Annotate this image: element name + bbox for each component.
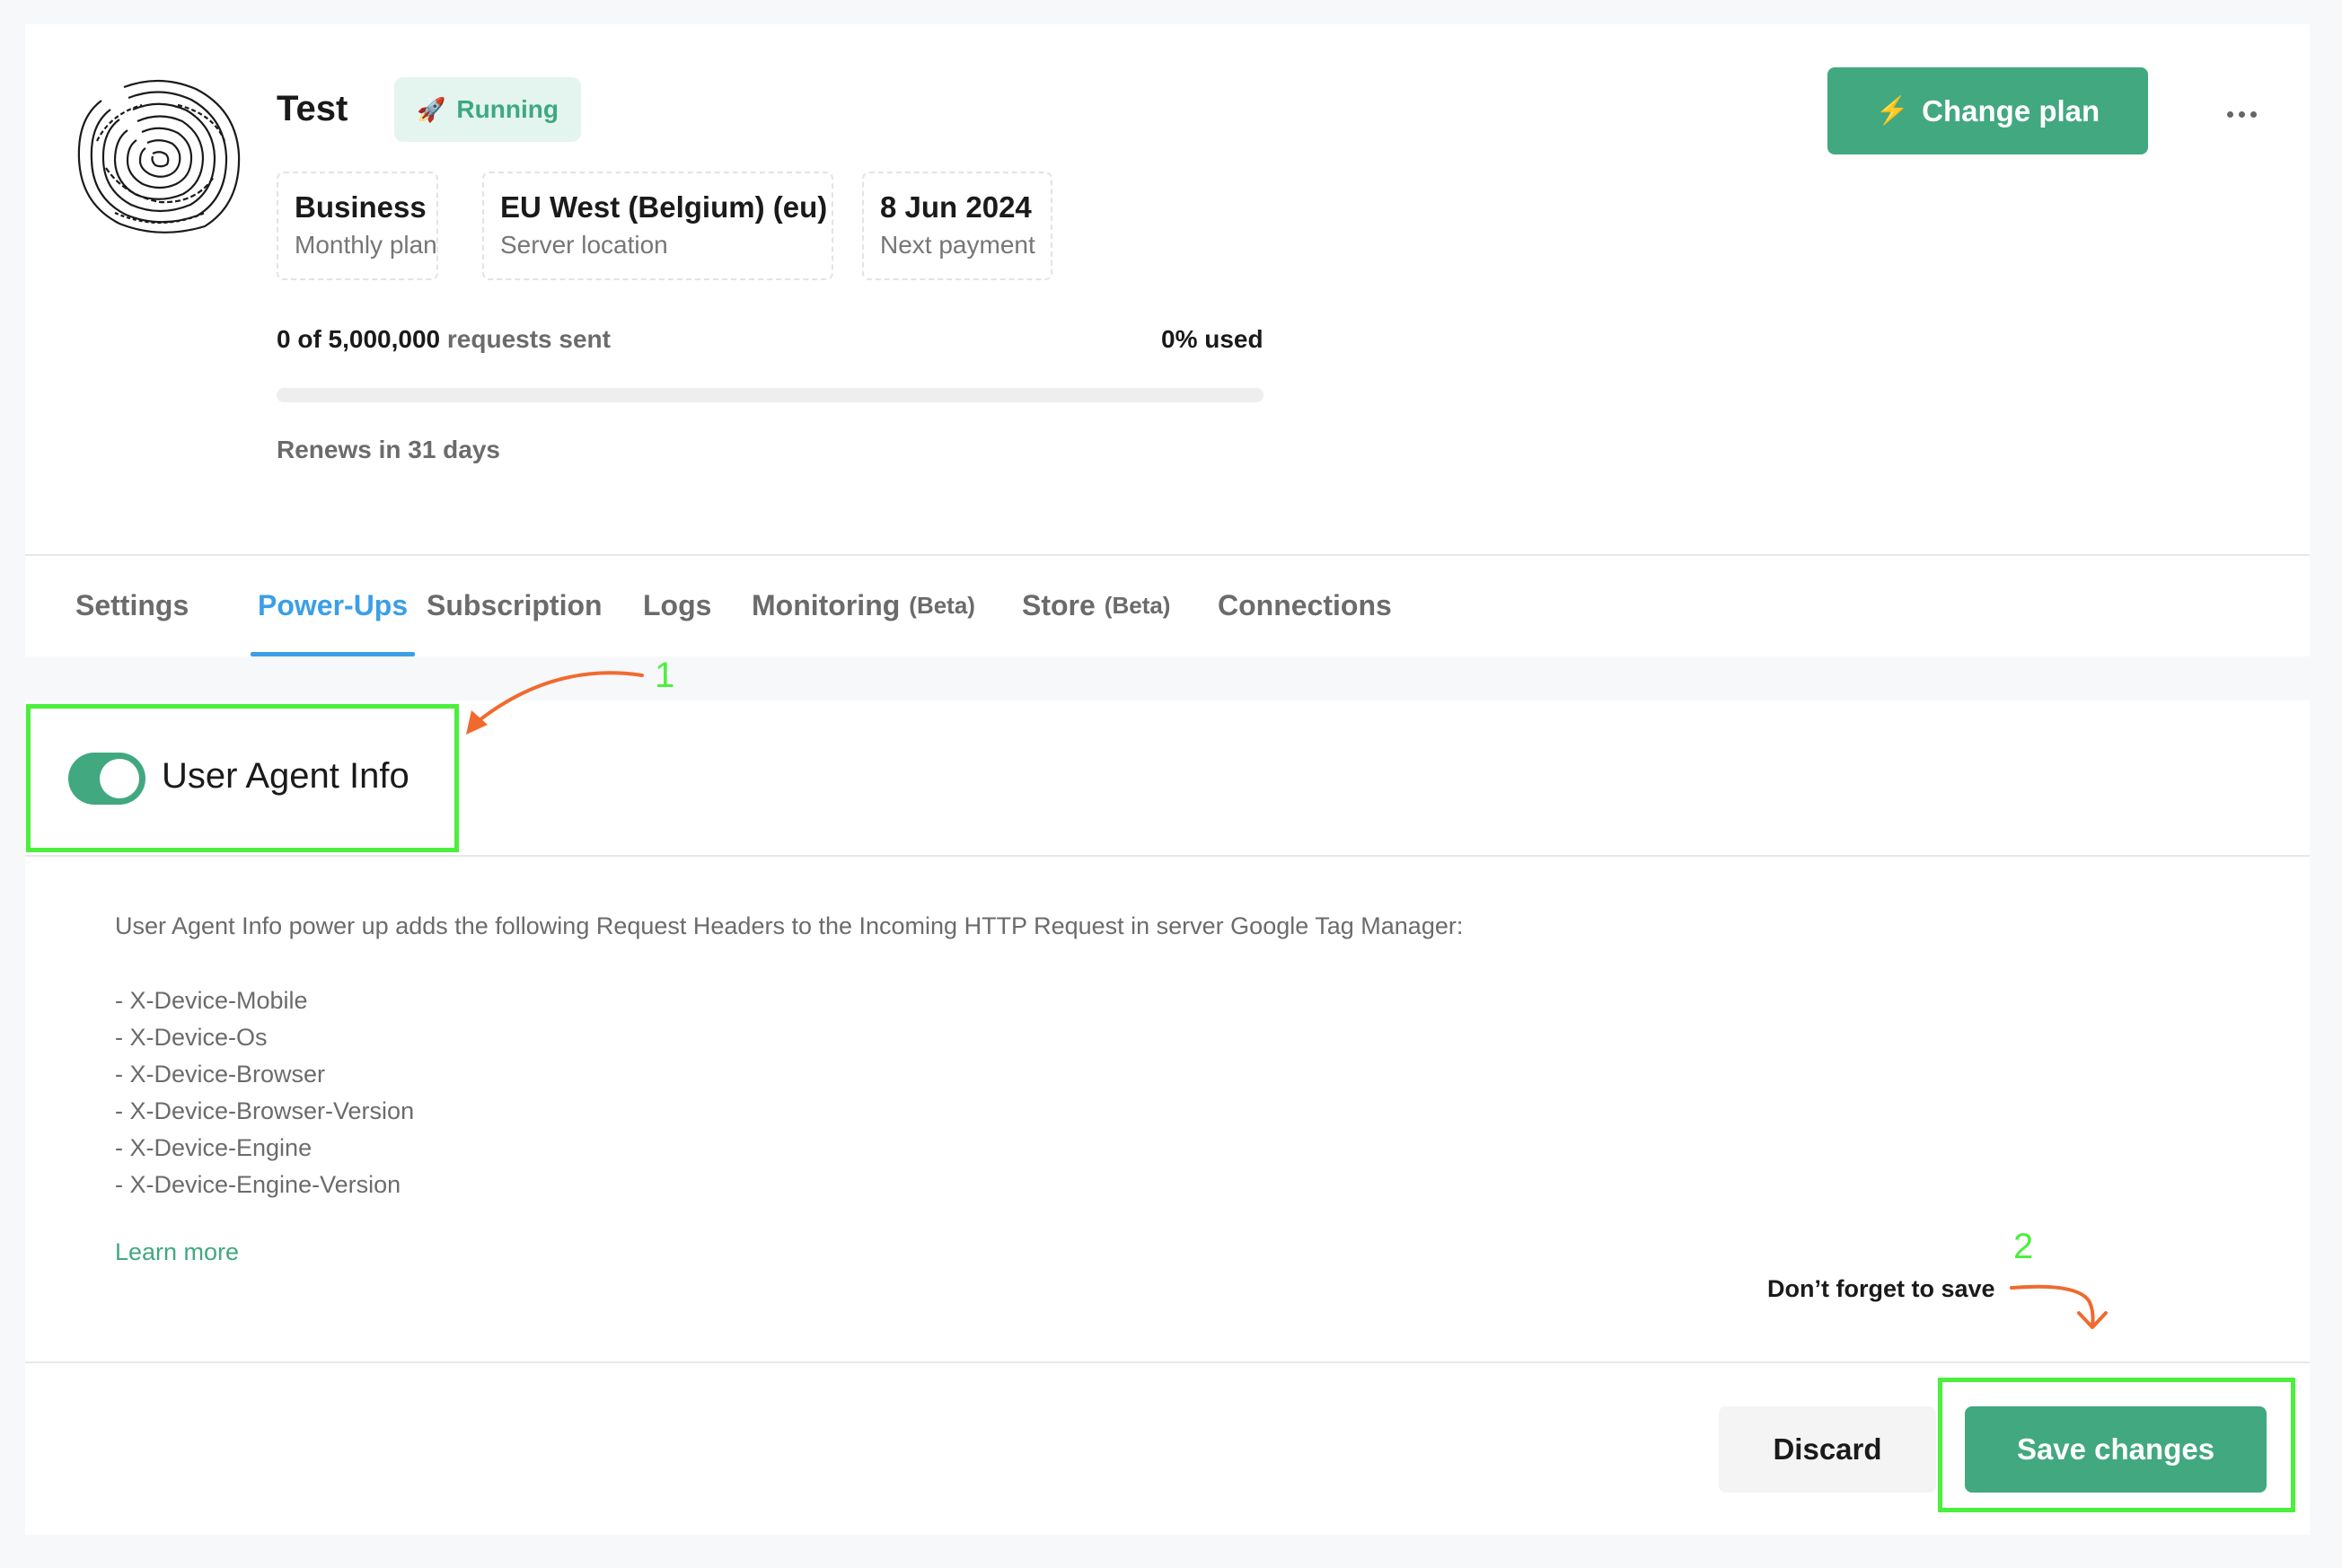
tab-monitoring[interactable]: Monitoring (Beta) xyxy=(752,554,975,656)
list-item: - X-Device-Engine-Version xyxy=(115,1171,401,1198)
requests-sent-text: 0 of 5,000,000 requests sent xyxy=(277,325,611,354)
power-up-description: User Agent Info power up adds the follow… xyxy=(115,912,1464,939)
learn-more-link[interactable]: Learn more xyxy=(115,1238,239,1266)
location-value: EU West (Belgium) (eu) xyxy=(500,190,828,224)
footer-divider xyxy=(25,1361,2310,1363)
more-horizontal-icon-dot xyxy=(2250,110,2257,118)
list-item: - X-Device-Browser xyxy=(115,1061,326,1088)
container-name: Test xyxy=(277,89,348,128)
tab-label: Connections xyxy=(1218,588,1392,621)
tab-logs[interactable]: Logs xyxy=(643,554,711,656)
plan-label: Monthly plan xyxy=(295,230,437,259)
list-item: - X-Device-Os xyxy=(115,1024,268,1051)
annotation-step-2: 2 xyxy=(2013,1227,2034,1266)
section-divider xyxy=(25,855,2310,857)
location-info-box: EU West (Belgium) (eu) Server location xyxy=(482,172,833,280)
request-header-list: - X-Device-Mobile - X-Device-Os - X-Devi… xyxy=(115,982,414,1203)
more-horizontal-icon-dot xyxy=(2238,110,2245,118)
payment-info-box: 8 Jun 2024 Next payment xyxy=(862,172,1052,280)
discard-button[interactable]: Discard xyxy=(1719,1406,1936,1493)
plan-info-box: Business Monthly plan xyxy=(277,172,438,280)
beta-badge: (Beta) xyxy=(909,591,975,619)
tab-label: Settings xyxy=(75,588,189,621)
tab-connections[interactable]: Connections xyxy=(1218,554,1392,656)
annotation-arrow-1 xyxy=(466,671,644,735)
tab-settings[interactable]: Settings xyxy=(75,554,189,656)
plan-value: Business xyxy=(295,190,427,224)
tab-power-ups[interactable]: Power-Ups xyxy=(250,554,416,656)
annotation-arrow-2 xyxy=(2010,1284,2108,1329)
rocket-icon: 🚀 xyxy=(417,95,446,123)
tab-label: Logs xyxy=(643,588,712,621)
change-plan-button[interactable]: ⚡ Change plan xyxy=(1827,67,2148,154)
tab-label: Power-Ups xyxy=(258,588,409,621)
list-item: - X-Device-Mobile xyxy=(115,987,308,1014)
requests-sent-suffix: requests sent xyxy=(446,325,611,353)
more-horizontal-icon xyxy=(2226,110,2233,118)
container-overview-card: Test 🚀 Running Business Monthly plan EU … xyxy=(25,24,2310,656)
lightning-bolt-icon: ⚡ xyxy=(1875,96,1910,126)
more-menu-button[interactable] xyxy=(2206,96,2277,132)
tab-label: Store xyxy=(1022,588,1096,621)
tab-bar: Settings Power-Ups Subscription Logs Mon… xyxy=(25,554,2310,656)
fingerprint-logo xyxy=(77,79,241,233)
payment-label: Next payment xyxy=(880,230,1035,259)
renews-text: Renews in 31 days xyxy=(277,436,501,463)
beta-badge: (Beta) xyxy=(1104,591,1171,619)
annotation-step-1: 1 xyxy=(655,656,675,695)
annotation-highlight-save xyxy=(1938,1378,2295,1512)
location-label: Server location xyxy=(500,230,668,259)
tab-label: Subscription xyxy=(427,588,603,621)
status-label: Running xyxy=(456,95,559,123)
annotation-save-note: Don’t forget to save xyxy=(1767,1275,1995,1302)
list-item: - X-Device-Browser-Version xyxy=(115,1097,415,1124)
tab-store[interactable]: Store (Beta) xyxy=(1022,554,1170,656)
requests-sent-count: 0 of 5,000,000 xyxy=(277,325,441,353)
tab-label: Monitoring xyxy=(752,588,901,621)
annotation-highlight-toggle xyxy=(26,704,459,852)
usage-percent: 0% used xyxy=(1161,325,1263,353)
list-item: - X-Device-Engine xyxy=(115,1134,313,1161)
usage-progress-bar xyxy=(277,388,1263,402)
payment-value: 8 Jun 2024 xyxy=(880,190,1032,224)
status-badge: 🚀 Running xyxy=(394,77,581,142)
tab-subscription[interactable]: Subscription xyxy=(427,554,603,656)
change-plan-label: Change plan xyxy=(1922,93,2100,128)
